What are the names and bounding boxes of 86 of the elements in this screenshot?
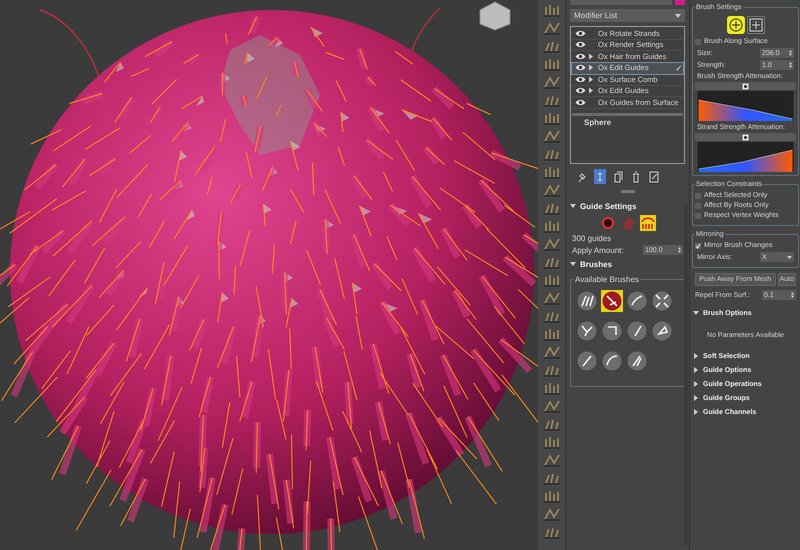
- brush-button[interactable]: [651, 290, 673, 312]
- strand-tool-icon[interactable]: [542, 471, 560, 485]
- brush-icon: [675, 64, 683, 72]
- brush-button[interactable]: [601, 290, 623, 312]
- brush-button[interactable]: [651, 320, 673, 342]
- strand-tool-icon[interactable]: [542, 111, 560, 125]
- strand-tool-icon[interactable]: [542, 183, 560, 197]
- brush-mode-button[interactable]: [746, 16, 764, 34]
- strand-tool-icon[interactable]: [542, 147, 560, 161]
- eye-icon[interactable]: [575, 30, 586, 37]
- curve-options-button[interactable]: [695, 133, 796, 141]
- strand-tool-icon[interactable]: [542, 255, 560, 269]
- stack-tool-icon: [595, 170, 605, 182]
- strand-tool-icon[interactable]: [542, 417, 560, 431]
- strand-tool-icon[interactable]: [542, 291, 560, 305]
- eye-icon[interactable]: [575, 98, 586, 106]
- checkbox[interactable]: [695, 212, 701, 218]
- spinner-arrows-icon[interactable]: [791, 292, 794, 298]
- stack-tool-icon: [631, 170, 641, 182]
- eye-icon[interactable]: [575, 87, 586, 94]
- strand-tool-icon[interactable]: [542, 363, 560, 377]
- checkbox[interactable]: [695, 242, 701, 248]
- strand-tool-icon[interactable]: [542, 399, 560, 413]
- strand-tool-icon[interactable]: [542, 525, 560, 539]
- base-object-item[interactable]: Sphere: [572, 112, 683, 128]
- checkbox[interactable]: [695, 202, 701, 208]
- checkbox[interactable]: [695, 192, 701, 198]
- stack-tool-icon: [649, 170, 659, 182]
- display-mode-button[interactable]: [640, 215, 656, 231]
- stack-tool-button[interactable]: [612, 169, 624, 184]
- strand-tool-icon[interactable]: [542, 273, 560, 287]
- brush-button[interactable]: [626, 320, 648, 342]
- strand-tool-icon[interactable]: [542, 309, 560, 323]
- spinner-arrows-icon[interactable]: [789, 50, 792, 56]
- strand-tool-icon[interactable]: [542, 345, 560, 359]
- stack-tool-button[interactable]: [594, 169, 606, 184]
- strand-tool-icon[interactable]: [542, 435, 560, 449]
- strand-tool-icon[interactable]: [542, 21, 560, 35]
- brush-button[interactable]: [576, 350, 598, 372]
- display-mode-button[interactable]: [600, 215, 616, 231]
- rollout-header[interactable]: Brushes: [570, 257, 685, 271]
- dropdown-arrow-icon: [675, 14, 681, 18]
- stack-tool-icon: [613, 170, 623, 182]
- strand-tool-icon[interactable]: [542, 129, 560, 143]
- eye-icon[interactable]: [575, 52, 586, 60]
- stack-tool-icon: [577, 170, 587, 182]
- brush-button[interactable]: [601, 320, 623, 342]
- curve-options-button[interactable]: [695, 82, 796, 90]
- strand-tool-icon[interactable]: [542, 201, 560, 215]
- brush-button[interactable]: [576, 320, 598, 342]
- apply-amount-label: Apply Amount:: [572, 246, 624, 254]
- rollout-header[interactable]: Guide Settings: [570, 199, 685, 213]
- modifier-list-dropdown[interactable]: Modifier List: [570, 9, 685, 22]
- strand-tool-icon[interactable]: [542, 381, 560, 395]
- strand-tool-icon[interactable]: [542, 489, 560, 503]
- checkbox[interactable]: [695, 38, 701, 44]
- stack-tool-button[interactable]: [648, 169, 660, 184]
- spinner-arrows-icon[interactable]: [789, 62, 792, 68]
- spinner-arrows-icon[interactable]: [678, 247, 681, 253]
- strand-tool-icon[interactable]: [542, 93, 560, 107]
- strand-tool-icon[interactable]: [542, 57, 560, 71]
- eye-icon[interactable]: [575, 64, 586, 72]
- strand-tool-icon[interactable]: [542, 165, 560, 179]
- stack-tool-button[interactable]: [630, 169, 642, 184]
- strand-tool-icon[interactable]: [542, 507, 560, 521]
- eye-icon[interactable]: [575, 76, 586, 83]
- strand-tool-icon[interactable]: [542, 453, 560, 467]
- strand-tool-icon[interactable]: [542, 219, 560, 233]
- strand-tool-icon[interactable]: [542, 3, 560, 17]
- strand-tool-icon[interactable]: [542, 327, 560, 341]
- viewcube-icon[interactable]: [480, 1, 510, 31]
- brush-button[interactable]: [626, 350, 648, 372]
- attenuation-curve-graph[interactable]: [695, 91, 796, 121]
- brush-button[interactable]: [626, 290, 648, 312]
- dropdown-arrow-icon: [787, 256, 792, 258]
- guide-count-label: 300 guides: [572, 234, 612, 243]
- group-title: Available Brushes: [574, 275, 640, 284]
- curve-menu-icon: [742, 82, 749, 90]
- curve-menu-icon: [742, 134, 749, 140]
- brush-button[interactable]: [576, 290, 598, 312]
- eye-icon[interactable]: [575, 41, 586, 48]
- strand-tool-icon[interactable]: [542, 39, 560, 53]
- strand-tool-icon[interactable]: [542, 237, 560, 251]
- strand-tool-icon[interactable]: [542, 75, 560, 89]
- attenuation-curve-graph[interactable]: [695, 142, 796, 172]
- brush-button[interactable]: [601, 350, 623, 372]
